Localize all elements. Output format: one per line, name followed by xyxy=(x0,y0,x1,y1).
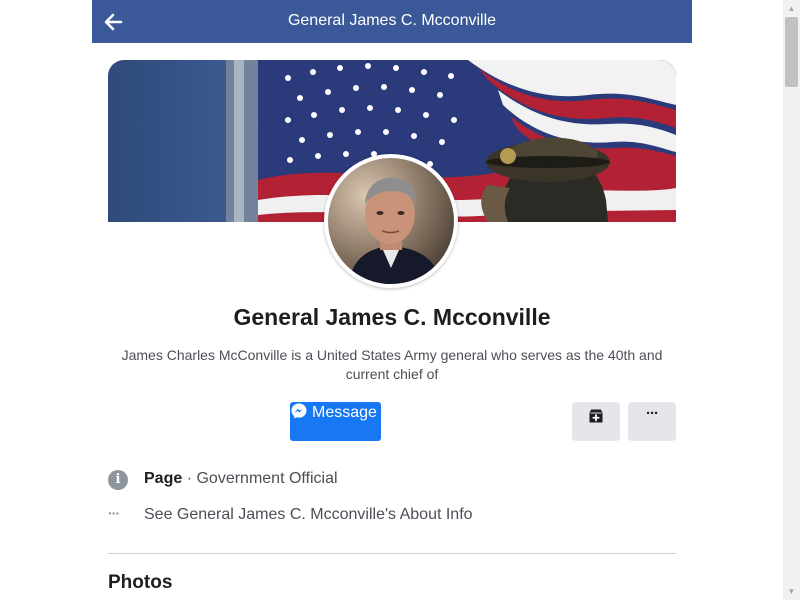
scroll-down-icon[interactable]: ▼ xyxy=(783,583,800,600)
category-prefix: Page xyxy=(144,470,183,487)
profile-name: General James C. Mcconville xyxy=(233,304,551,330)
category-separator: · xyxy=(182,470,197,487)
save-button[interactable] xyxy=(572,402,620,441)
category-row: i Page · Government Official xyxy=(108,469,508,493)
message-button[interactable]: Message xyxy=(290,402,381,441)
more-icon: ··· xyxy=(646,405,659,422)
about-row[interactable]: ··· See General James C. Mcconville's Ab… xyxy=(108,505,528,529)
category-value: Government Official xyxy=(196,470,338,487)
category-text: Page · Government Official xyxy=(144,470,338,488)
bookmark-add-icon xyxy=(589,409,603,423)
page-title: General James C. Mcconville xyxy=(287,12,497,29)
profile-description: James Charles McConville is a United Sta… xyxy=(121,347,663,382)
photos-heading: Photos xyxy=(108,572,173,593)
info-icon: i xyxy=(108,470,128,490)
top-bar: General James C. Mcconville xyxy=(92,0,692,43)
scrollbar[interactable]: ▲ ▼ xyxy=(783,0,800,600)
more-dots-icon: ··· xyxy=(108,505,120,521)
section-divider xyxy=(108,553,676,554)
about-link[interactable]: See General James C. Mcconville's About … xyxy=(144,506,473,524)
scrollbar-thumb[interactable] xyxy=(785,17,798,87)
scroll-up-icon[interactable]: ▲ xyxy=(783,0,800,17)
messenger-icon xyxy=(291,403,307,419)
more-options-button[interactable]: ··· xyxy=(628,402,676,441)
message-button-label: Message xyxy=(312,404,377,421)
profile-picture[interactable] xyxy=(324,154,458,288)
